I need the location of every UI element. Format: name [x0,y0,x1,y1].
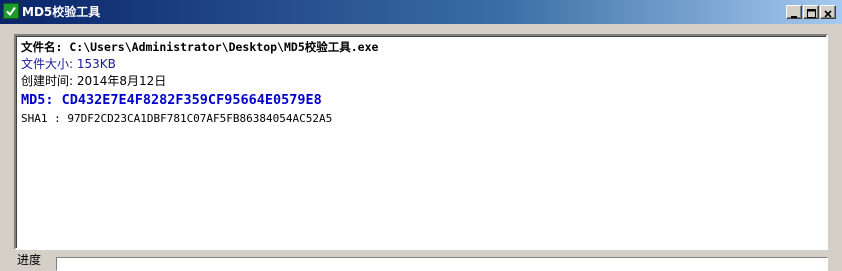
sha1-line: SHA1 : 97DF2CD23CA1DBF781C07AF5FB8638405… [21,112,333,125]
maximize-button[interactable] [803,5,819,19]
md5-line: MD5: CD432E7E4F8282F359CF95664E0579E8 [21,92,322,108]
maximize-icon [806,3,816,22]
checkmark-icon [3,3,19,19]
created-time-line: 创建时间: 2014年8月12日 [21,74,167,88]
close-button[interactable] [820,5,836,19]
file-size-line: 文件大小: 153KB [21,57,116,71]
filename-line: 文件名: C:\Users\Administrator\Desktop\MD5校… [21,40,379,54]
minimize-button[interactable] [786,5,802,19]
progress-bar [56,257,828,271]
close-icon [824,3,832,22]
window-client-area: 文件名: C:\Users\Administrator\Desktop\MD5校… [0,24,842,271]
minimize-icon [790,3,798,22]
progress-label: 进度 [17,253,42,267]
window-title: MD5校验工具 [22,5,101,19]
result-textbox[interactable]: 文件名: C:\Users\Administrator\Desktop\MD5校… [14,34,828,250]
title-bar[interactable]: MD5校验工具 [0,0,842,24]
